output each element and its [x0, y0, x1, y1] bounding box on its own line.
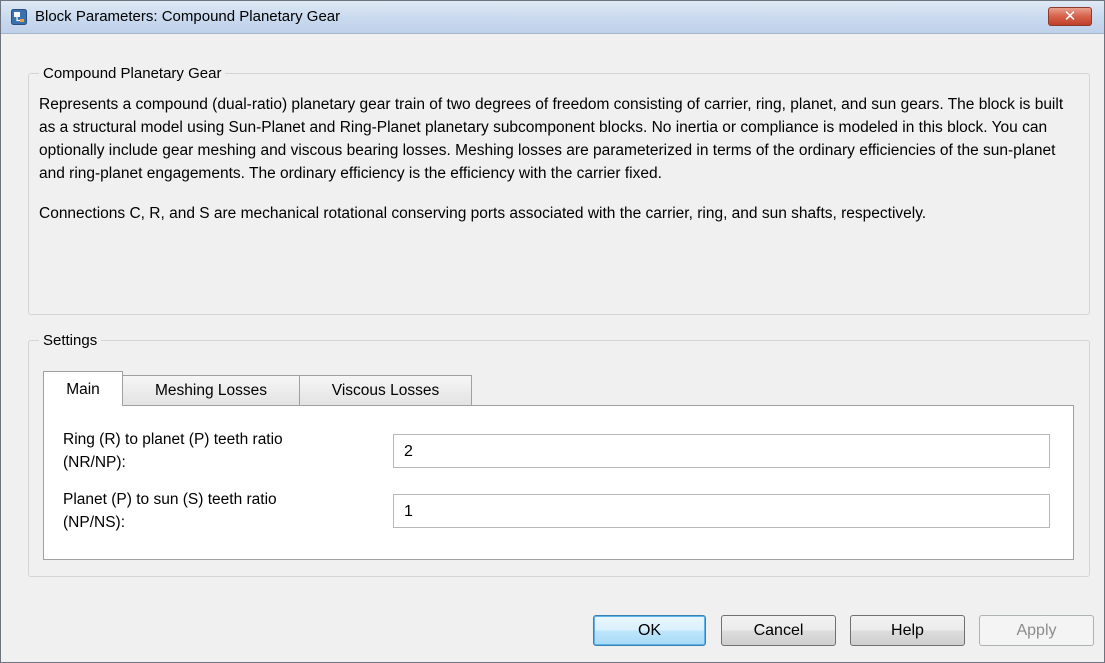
- ring-planet-ratio-label: Ring (R) to planet (P) teeth ratio (NR/N…: [63, 428, 283, 474]
- param-label-line: (NP/NS):: [63, 514, 125, 531]
- tab-meshing-losses[interactable]: Meshing Losses: [122, 375, 300, 405]
- apply-button[interactable]: Apply: [979, 615, 1094, 646]
- close-icon: ✕: [1063, 7, 1077, 25]
- close-button[interactable]: ✕: [1048, 7, 1092, 26]
- title-bar[interactable]: Block Parameters: Compound Planetary Gea…: [1, 1, 1104, 34]
- tab-main[interactable]: Main: [43, 371, 123, 406]
- param-label-line: Ring (R) to planet (P) teeth ratio: [63, 431, 283, 448]
- param-label-line: Planet (P) to sun (S) teeth ratio: [63, 491, 277, 508]
- dialog-window: Block Parameters: Compound Planetary Gea…: [0, 0, 1105, 663]
- planet-sun-ratio-field[interactable]: 1: [393, 494, 1050, 528]
- ok-button[interactable]: OK: [593, 615, 706, 646]
- help-button[interactable]: Help: [850, 615, 965, 646]
- description-paragraph: Connections C, R, and S are mechanical r…: [39, 205, 927, 222]
- block-description: Represents a compound (dual-ratio) plane…: [39, 93, 1069, 242]
- description-group-title: Compound Planetary Gear: [43, 65, 222, 82]
- ring-planet-ratio-field[interactable]: 2: [393, 434, 1050, 468]
- description-paragraph: Represents a compound (dual-ratio) plane…: [39, 96, 1064, 182]
- tab-viscous-losses[interactable]: Viscous Losses: [299, 375, 472, 405]
- planet-sun-ratio-label: Planet (P) to sun (S) teeth ratio (NP/NS…: [63, 488, 277, 534]
- simulink-block-icon: [11, 9, 27, 25]
- settings-group-title: Settings: [43, 332, 98, 349]
- window-title: Block Parameters: Compound Planetary Gea…: [35, 8, 341, 25]
- param-label-line: (NR/NP):: [63, 454, 126, 471]
- cancel-button[interactable]: Cancel: [721, 615, 836, 646]
